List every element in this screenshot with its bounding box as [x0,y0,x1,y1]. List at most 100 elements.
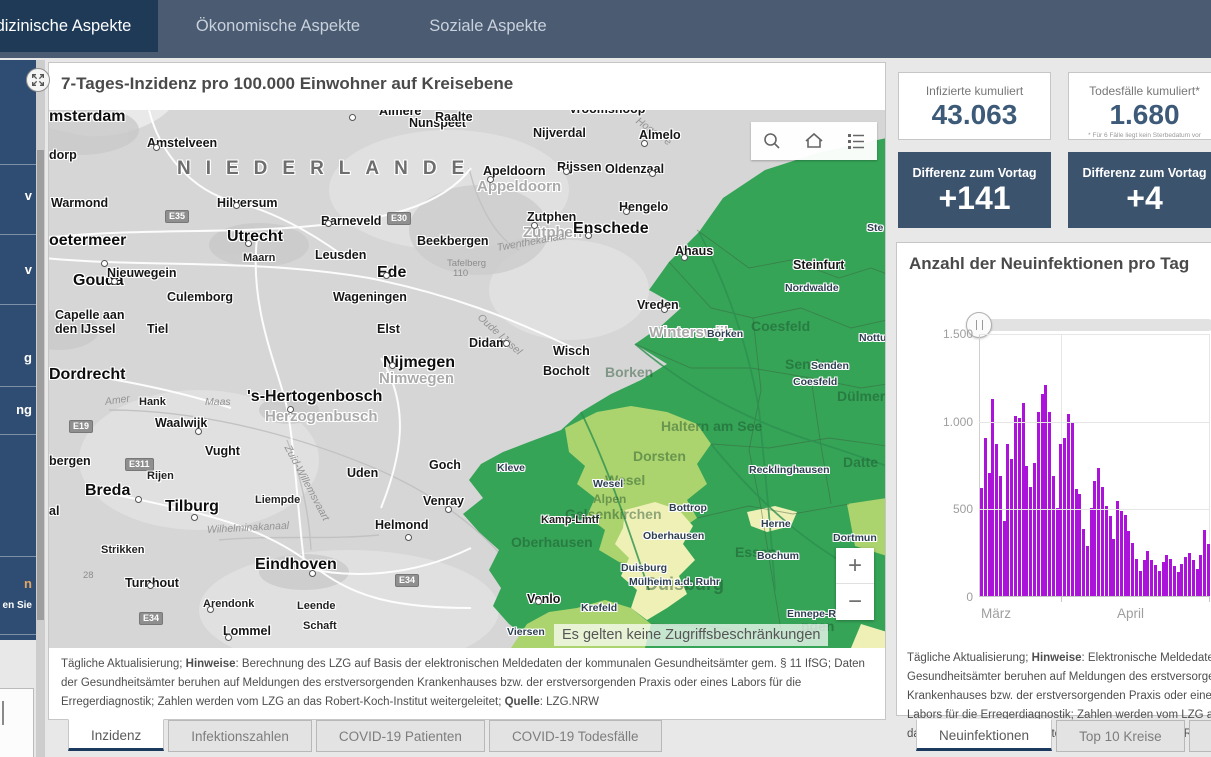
bar [1120,511,1123,597]
bar-chart[interactable]: 1.5001.0005000MärzApril [979,334,1210,597]
map-label: Gelsenkirchen [565,506,662,522]
map-label: Vught [205,444,240,458]
bar [1203,530,1206,597]
expand-map-button[interactable] [26,68,50,92]
map-label: dorp [49,148,77,162]
map-label: Borken [707,328,743,340]
bar [1158,571,1161,597]
tab-neuinfektionen[interactable]: Neuinfektionen [916,719,1052,751]
nav-tab-soziale-aspekte[interactable]: Soziale Aspekte [396,0,580,52]
map-canvas[interactable]: msterdamdorpAmstelveenAlmereHoge VeNunsp… [49,110,885,648]
bar [1116,501,1119,597]
tab-infektionszahlen[interactable]: Infektionszahlen [168,720,312,752]
map-label: Coesfeld [793,376,837,388]
map-label: Oberhausen [643,530,704,542]
map-label: Oberhausen [511,534,593,550]
map-label: 's-Hertogenbosch [247,388,382,406]
bar [1052,476,1055,597]
bar [988,473,991,597]
map-search-button[interactable] [757,126,787,156]
bar [1048,412,1051,597]
city-dot [445,506,452,513]
time-slider-track[interactable] [979,319,1211,331]
map-legend-button[interactable] [841,126,871,156]
sidebar-item-fragment[interactable]: v [25,188,32,203]
gridline [979,509,1210,510]
bar [1059,444,1062,597]
new-infections-panel: Anzahl der Neuinfektionen pro Tag 1.5001… [896,242,1211,716]
slider-grip-icon [976,320,983,330]
nav-tab-ökonomische-aspekte[interactable]: Ökonomische Aspekte [168,0,388,52]
bar [1199,555,1202,597]
map-label: Dorsten [633,448,686,464]
sidebar-divider [0,304,36,305]
city-dot [585,232,592,239]
city-dot [287,406,294,413]
tab-covid-19-todesfälle[interactable]: COVID-19 Todesfälle [489,720,662,752]
bar [1180,564,1183,597]
map-label: Warmond [51,196,108,210]
city-dot [309,570,316,577]
x-axis-tick-label: April [1117,606,1144,621]
bar [1041,394,1044,597]
tab-inzidenz[interactable]: Inzidenz [68,719,164,751]
city-dot [153,144,160,151]
map-label: E30 [387,212,411,225]
map-label: Goch [429,458,461,472]
map-label: NIEDERLANDE [177,158,479,180]
sidebar-item-fragment[interactable]: ng [16,402,32,417]
map-label: Helmond [375,518,428,532]
zoom-in-button[interactable]: + [836,548,874,584]
map-label: Vroomshoop [569,110,645,116]
city-dot [623,208,630,215]
zoom-out-button[interactable]: − [836,584,874,620]
map-label: Liempde [255,494,300,506]
nav-tab-medizinische-aspekte[interactable]: Medizinische Aspekte [0,0,158,52]
city-dot [661,306,668,313]
map-label: Nordwalde [785,282,839,294]
map-label: Vreden [637,298,679,312]
tab-top-10-kreise[interactable]: Top 10 Kreise [1056,720,1185,752]
sidebar-item-fragment[interactable]: v [25,262,32,277]
bar [995,444,998,597]
map-home-button[interactable] [799,126,829,156]
map-label: Recklinghausen [749,464,830,476]
city-dot [325,220,332,227]
city-dot [101,260,108,267]
bar [1192,560,1195,597]
y-axis-tick-label: 1.500 [913,327,973,341]
city-dot [383,272,390,279]
kpi-diff-infected: Differenz zum Vortag +141 [898,152,1051,228]
incidence-map-panel: 7-Tages-Inzidenz pro 100.000 Einwohner a… [48,62,886,720]
chart-title: Anzahl der Neuinfektionen pro Tag [909,254,1189,274]
bar [999,476,1002,597]
sidebar-item-fragment[interactable]: en Sie [3,600,32,611]
map-label: Nieuwegein [107,266,176,280]
left-sidebar[interactable]: v v g ng n en Sie [0,60,36,640]
map-label: den IJssel [55,322,115,336]
map-footnote: Tägliche Aktualisierung; Hinweise: Berec… [61,655,869,712]
city-dot [191,514,198,521]
map-label: al [49,504,59,518]
sidebar-scrollbar[interactable] [36,60,45,757]
city-dot [531,222,538,229]
bar [984,438,987,597]
map-label: bergen [49,454,91,468]
bar [1029,487,1032,597]
map-label: Venlo [527,592,560,606]
y-axis-tick-label: 500 [913,502,973,516]
sidebar-item-fragment[interactable]: g [24,350,32,365]
tab-covid-19-patienten[interactable]: COVID-19 Patienten [316,720,485,752]
bar [1037,412,1040,597]
sidebar-item-fragment[interactable]: n [24,576,32,591]
map-attribution: Es gelten keine Zugriffsbeschränkungen [554,624,828,646]
map-label: Leende [297,600,336,612]
bar [1018,418,1021,597]
bar [1044,385,1047,597]
city-dot [503,340,510,347]
scrollbar-thumb[interactable] [37,150,44,620]
map-label: Beekbergen [417,234,489,248]
tab-sterbefälle[interactable]: Sterbefälle [1189,720,1211,752]
map-label: Alpen [593,492,626,506]
kpi-diff-deaths: Differenz zum Vortag +4 [1068,152,1211,228]
